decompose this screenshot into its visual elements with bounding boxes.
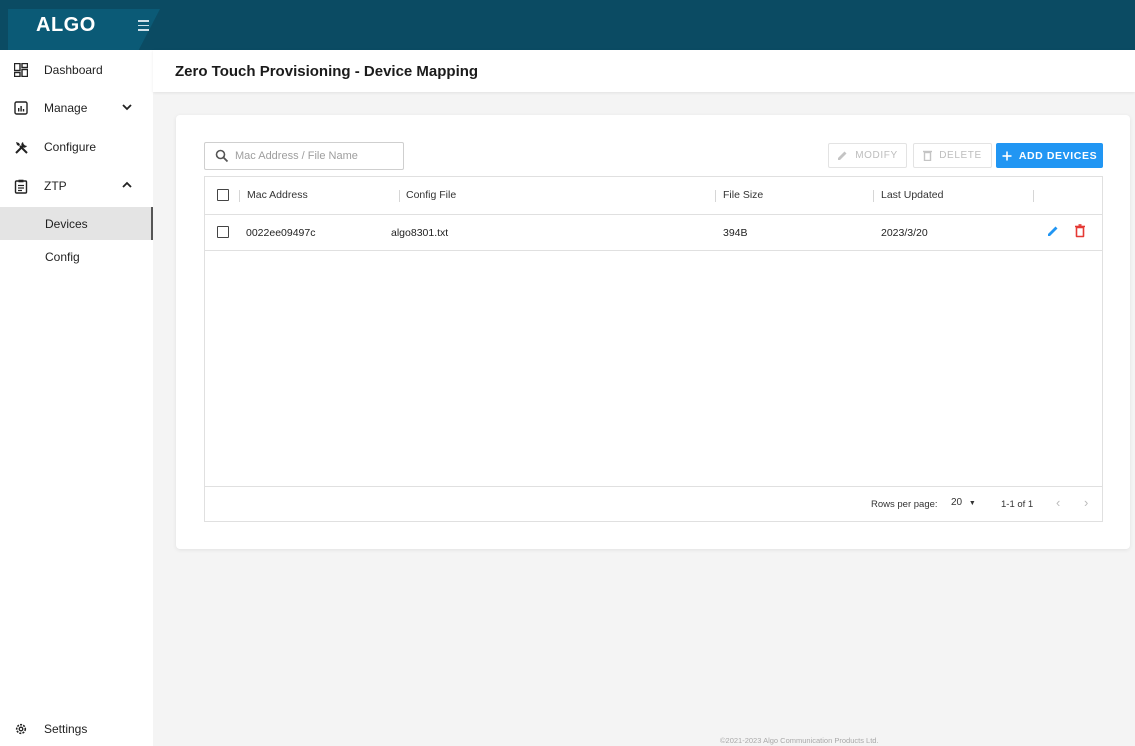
sidebar-subitem-devices[interactable]: Devices bbox=[0, 207, 153, 240]
delete-button[interactable]: DELETE bbox=[913, 143, 992, 168]
sidebar-subitem-label: Devices bbox=[45, 216, 88, 231]
dashboard-icon bbox=[13, 62, 29, 78]
rows-per-page-select[interactable]: 20 ▼ bbox=[951, 497, 976, 508]
column-header-last-updated[interactable]: Last Updated bbox=[881, 189, 943, 201]
sidebar-subitem-config[interactable]: Config bbox=[0, 240, 153, 273]
table-footer: Rows per page: 20 ▼ 1-1 of 1 ‹ › bbox=[205, 486, 1102, 521]
sidebar-item-configure[interactable]: Configure bbox=[0, 128, 153, 166]
previous-page-icon[interactable]: ‹ bbox=[1056, 495, 1060, 510]
select-all-checkbox[interactable] bbox=[217, 189, 229, 201]
add-devices-button[interactable]: ADD DEVICES bbox=[996, 143, 1103, 168]
column-separator bbox=[873, 190, 874, 202]
sidebar-subitem-label: Config bbox=[45, 249, 80, 264]
sidebar-item-label: Settings bbox=[44, 722, 88, 736]
rows-per-page-value: 20 bbox=[951, 497, 963, 508]
copyright-footer: ©2021-2023 Algo Communication Products L… bbox=[720, 736, 879, 745]
cell-config-file: algo8301.txt bbox=[391, 227, 449, 239]
clipboard-icon bbox=[13, 178, 29, 194]
hamburger-menu-icon[interactable] bbox=[132, 14, 154, 36]
column-header-mac-address[interactable]: Mac Address bbox=[247, 189, 308, 201]
devices-table: Mac Address Config File File Size Last U… bbox=[204, 176, 1103, 522]
cell-mac-address: 0022ee09497c bbox=[246, 227, 316, 239]
sidebar: Dashboard Manage Configure ZTP Devices C… bbox=[0, 50, 153, 746]
column-separator bbox=[399, 190, 400, 202]
main-content: Zero Touch Provisioning - Device Mapping… bbox=[153, 50, 1135, 746]
chevron-up-icon bbox=[122, 181, 132, 192]
sidebar-item-settings[interactable]: Settings bbox=[0, 710, 153, 746]
tools-icon bbox=[13, 139, 29, 155]
sidebar-item-label: Manage bbox=[44, 101, 88, 115]
manage-icon bbox=[13, 100, 29, 116]
gear-icon bbox=[13, 721, 29, 737]
table-row[interactable]: 0022ee09497c algo8301.txt 394B 2023/3/20 bbox=[205, 215, 1102, 251]
table-header: Mac Address Config File File Size Last U… bbox=[205, 177, 1102, 215]
search-input[interactable] bbox=[235, 147, 395, 165]
plus-icon bbox=[1002, 151, 1012, 161]
algo-logo: ALGO bbox=[36, 14, 96, 36]
page-range-info: 1-1 of 1 bbox=[1001, 499, 1034, 510]
sidebar-item-label: Configure bbox=[44, 140, 97, 154]
chevron-down-icon bbox=[122, 103, 132, 114]
edit-pencil-icon[interactable] bbox=[1046, 224, 1062, 240]
sidebar-item-dashboard[interactable]: Dashboard bbox=[0, 51, 153, 89]
column-header-file-size[interactable]: File Size bbox=[723, 189, 763, 201]
column-separator bbox=[1033, 190, 1034, 202]
modify-button[interactable]: MODIFY bbox=[828, 143, 907, 168]
page-header: Zero Touch Provisioning - Device Mapping bbox=[153, 50, 1135, 92]
cell-last-updated: 2023/3/20 bbox=[881, 227, 928, 239]
pencil-icon bbox=[837, 150, 848, 161]
sidebar-item-ztp[interactable]: ZTP bbox=[0, 167, 153, 205]
delete-label: DELETE bbox=[939, 150, 982, 161]
add-devices-label: ADD DEVICES bbox=[1018, 149, 1098, 162]
device-mapping-card: MODIFY DELETE ADD DEVICES Mac Address Co… bbox=[176, 115, 1130, 549]
sidebar-item-label: ZTP bbox=[44, 179, 67, 193]
next-page-icon[interactable]: › bbox=[1084, 495, 1088, 510]
top-bar: ALGO bbox=[0, 0, 1135, 50]
delete-trash-icon[interactable] bbox=[1074, 224, 1090, 240]
caret-down-icon: ▼ bbox=[968, 500, 976, 507]
column-separator bbox=[239, 190, 240, 202]
column-header-config-file[interactable]: Config File bbox=[406, 189, 456, 201]
cell-file-size: 394B bbox=[723, 227, 748, 239]
trash-icon bbox=[923, 150, 933, 161]
search-icon bbox=[215, 149, 229, 163]
row-checkbox[interactable] bbox=[217, 226, 229, 238]
search-box bbox=[204, 142, 404, 170]
sidebar-item-label: Dashboard bbox=[44, 63, 103, 77]
page-title: Zero Touch Provisioning - Device Mapping bbox=[175, 63, 479, 80]
rows-per-page-label: Rows per page: bbox=[871, 499, 938, 510]
modify-label: MODIFY bbox=[855, 150, 898, 161]
column-separator bbox=[715, 190, 716, 202]
sidebar-item-manage[interactable]: Manage bbox=[0, 89, 153, 127]
